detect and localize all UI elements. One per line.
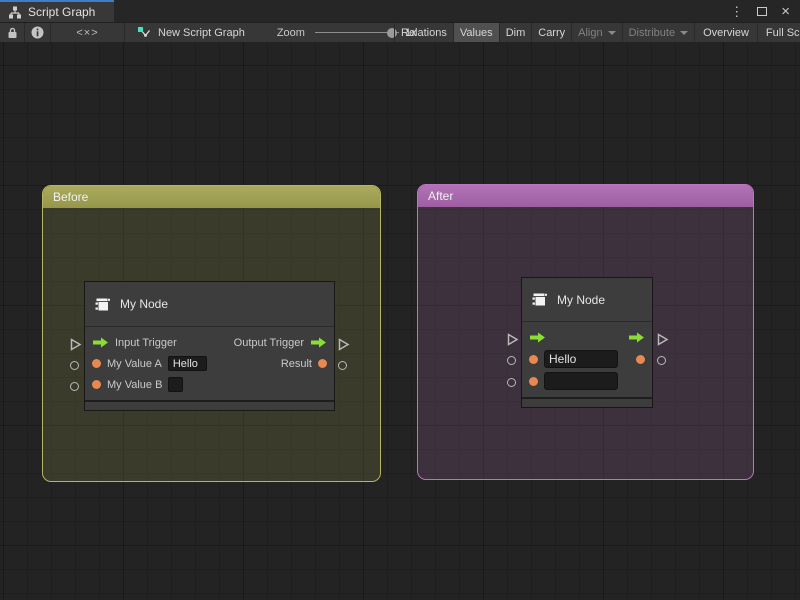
carry-button[interactable]: Carry [532, 23, 571, 42]
node-row-value-b: My Value B [85, 374, 334, 395]
script-graph-icon [8, 6, 22, 19]
value-port-icon[interactable] [529, 355, 538, 364]
node-footer [522, 397, 652, 407]
node-icon [531, 291, 548, 308]
value-input-port[interactable] [507, 356, 516, 365]
zoom-label: Zoom [277, 27, 305, 39]
node-before[interactable]: My Node Input Trigger Output Trigger [85, 282, 334, 410]
graph-asset-button[interactable]: New Script Graph [125, 23, 251, 42]
value-port-icon[interactable] [529, 377, 538, 386]
value-input-port[interactable] [507, 378, 516, 387]
node-row-value-b [522, 370, 652, 392]
dim-button[interactable]: Dim [500, 23, 532, 42]
chevron-down-icon [680, 31, 688, 35]
values-button[interactable]: Values [454, 23, 499, 42]
flow-in-arrow-icon[interactable] [92, 337, 109, 348]
code-view-button[interactable]: <×> [51, 23, 124, 42]
port-label: My Value A [107, 358, 162, 370]
group-title: Before [53, 190, 88, 204]
lock-icon[interactable] [0, 23, 24, 42]
value-port-icon[interactable] [636, 355, 645, 364]
align-dropdown[interactable]: Align [572, 23, 621, 42]
graph-canvas[interactable]: Before After [0, 42, 800, 600]
group-title: After [428, 189, 453, 203]
graph-asset-name: New Script Graph [158, 27, 245, 39]
flow-out-arrow-icon[interactable] [628, 332, 645, 343]
node-row-value-a [522, 348, 652, 370]
zoom-slider[interactable] [315, 23, 399, 43]
port-label: Input Trigger [115, 337, 177, 349]
value-input-port[interactable] [70, 361, 79, 370]
menu-kebab-icon[interactable]: ⋮ [730, 5, 743, 18]
group-before-header[interactable]: Before [43, 186, 380, 208]
node-footer [85, 400, 334, 410]
port-label: My Value B [107, 379, 162, 391]
tab-label: Script Graph [28, 5, 95, 19]
node-title: My Node [557, 293, 605, 307]
tab-bar: Script Graph ⋮ × [0, 0, 800, 22]
overview-button[interactable]: Overview [695, 23, 757, 42]
flow-input-port[interactable] [69, 338, 82, 351]
flow-output-port[interactable] [337, 338, 350, 351]
node-icon [94, 296, 111, 313]
code-icon: <×> [76, 27, 98, 39]
toolbar-right-cluster: Relations Values Dim Carry Align Distrib… [394, 23, 800, 42]
unity-script-graph-window: Script Graph ⋮ × <×> [0, 0, 800, 600]
node-after-header[interactable]: My Node [522, 278, 652, 322]
value-b-input[interactable] [544, 372, 618, 390]
value-a-input[interactable] [168, 356, 207, 371]
value-input-port[interactable] [70, 382, 79, 391]
value-a-input[interactable] [544, 350, 618, 368]
value-port-icon[interactable] [92, 380, 101, 389]
node-row-trigger: Input Trigger Output Trigger [85, 332, 334, 353]
value-output-port[interactable] [338, 361, 347, 370]
port-label: Output Trigger [234, 337, 304, 349]
node-row-value-a: My Value A Result [85, 353, 334, 374]
node-after-body [522, 322, 652, 397]
window-controls: ⋮ × [730, 0, 800, 22]
node-before-header[interactable]: My Node [85, 282, 334, 327]
info-icon[interactable] [25, 23, 50, 42]
node-before-body: Input Trigger Output Trigger My Value A … [85, 327, 334, 400]
node-title: My Node [120, 297, 168, 311]
flow-input-port[interactable] [506, 333, 519, 346]
close-icon[interactable]: × [781, 4, 790, 19]
flow-in-arrow-icon[interactable] [529, 332, 546, 343]
value-output-port[interactable] [657, 356, 666, 365]
value-port-icon[interactable] [318, 359, 327, 368]
flow-output-port[interactable] [656, 333, 669, 346]
node-row-trigger [522, 327, 652, 348]
value-b-input[interactable] [168, 377, 183, 392]
distribute-dropdown[interactable]: Distribute [623, 23, 694, 42]
chevron-down-icon [608, 31, 616, 35]
graph-asset-icon [137, 26, 151, 39]
port-label: Result [281, 358, 312, 370]
flow-out-arrow-icon[interactable] [310, 337, 327, 348]
node-after[interactable]: My Node [522, 278, 652, 407]
maximize-icon[interactable] [757, 7, 767, 16]
value-port-icon[interactable] [92, 359, 101, 368]
tab-script-graph[interactable]: Script Graph [0, 0, 114, 22]
graph-toolbar: <×> New Script Graph Zoom 1x Relat [0, 22, 800, 42]
relations-button[interactable]: Relations [395, 23, 453, 42]
full-screen-button[interactable]: Full Screen [758, 23, 800, 42]
group-after-header[interactable]: After [418, 185, 753, 207]
